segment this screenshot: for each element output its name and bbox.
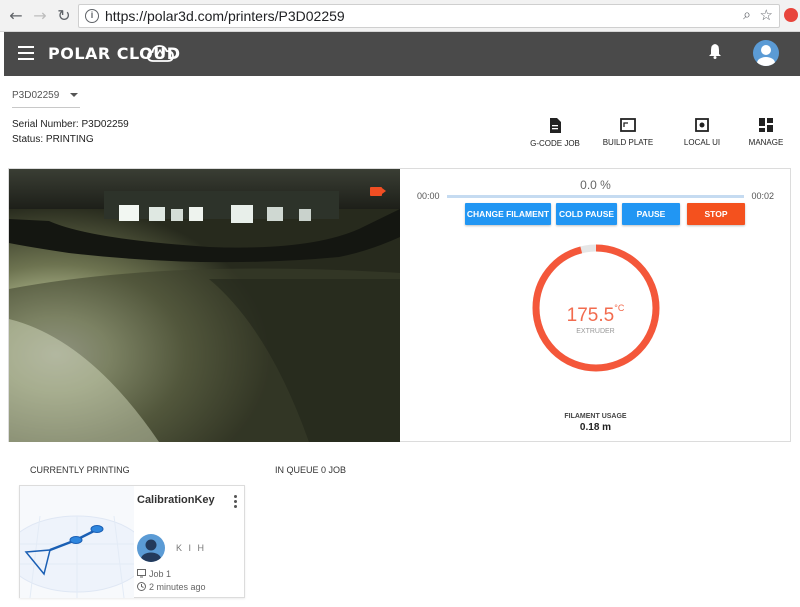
address-bar[interactable]: i https://polar3d.com/printers/P3D02259 … [78,4,780,28]
info-icon[interactable]: i [85,9,99,23]
back-arrow-icon[interactable]: ← [6,6,26,26]
clock-icon [137,582,146,591]
printer-status: Status: PRINTING [12,134,94,145]
temperature-unit: °C [614,303,625,313]
progress-percent: 0.0 % [580,178,611,192]
temperature-value: 175.5 [566,305,615,326]
notification-bell-icon[interactable] [708,43,722,59]
serial-number: Serial Number: P3D02259 [12,119,129,130]
local-ui-label: LOCAL UI [683,138,721,147]
zoom-icon[interactable]: ⌕ [743,7,751,23]
control-panel: 0.0 % 00:00 00:02 CHANGE FILAMENT COLD P… [400,169,791,442]
job-card[interactable]: CalibrationKey K I H Job 1 2 minutes ago [19,485,245,598]
forward-arrow-icon[interactable]: → [30,6,50,26]
user-icon [757,45,775,66]
reload-icon[interactable]: ↻ [54,6,74,26]
camera-feed [9,169,400,442]
printer-panel: 0.0 % 00:00 00:02 CHANGE FILAMENT COLD P… [8,168,791,442]
job-owner: K I H [176,543,207,553]
extension-icon[interactable] [784,8,798,22]
job-name: CalibrationKey [137,494,215,506]
manage-button[interactable]: MANAGE [746,118,786,147]
video-camera-icon[interactable] [370,187,386,196]
monitor-icon [137,569,146,578]
local-ui-button[interactable]: LOCAL UI [680,118,724,147]
printer-select-value: P3D02259 [12,90,60,101]
url-text: https://polar3d.com/printers/P3D02259 [105,8,345,24]
build-plate-label: BUILD PLATE [602,138,654,147]
filament-usage-label: FILAMENT USAGE [564,413,627,420]
remaining-time: 00:02 [751,191,774,201]
browser-toolbar: ← → ↻ i https://polar3d.com/printers/P3D… [0,0,800,32]
progress-bar [447,195,744,198]
filament-usage-value: 0.18 m [579,422,612,433]
webcam-image [9,169,400,442]
grid-icon [759,118,773,132]
file-icon [550,118,561,133]
queue-heading: IN QUEUE 0 JOB [275,465,347,475]
app-header: POLAR CLOUD [4,32,800,76]
job-number: Job 1 [137,569,171,579]
model-preview-image [20,515,134,598]
cloud-logo-icon [147,45,174,62]
change-filament-button[interactable]: CHANGE FILAMENT [465,203,551,225]
job-time-label: 2 minutes ago [149,582,206,592]
user-avatar[interactable] [753,40,779,66]
gcode-job-button[interactable]: G-CODE JOB [528,118,582,148]
build-plate-button[interactable]: BUILD PLATE [600,118,656,147]
stop-button[interactable]: STOP [687,203,745,225]
elapsed-time: 00:00 [417,191,440,201]
bookmark-star-icon[interactable]: ☆ [760,6,773,24]
pause-button[interactable]: PAUSE [622,203,680,225]
job-owner-avatar [137,534,165,562]
printer-select[interactable]: P3D02259 [12,90,80,108]
cold-pause-button[interactable]: COLD PAUSE [556,203,617,225]
temperature-readout: 175.5°C [400,303,791,327]
local-ui-icon [695,118,709,132]
more-vert-icon[interactable] [234,495,238,509]
currently-printing-heading: CURRENTLY PRINTING [30,465,130,475]
job-time: 2 minutes ago [137,582,206,592]
menu-icon[interactable] [18,46,34,60]
page-edge [0,76,4,607]
temperature-label: EXTRUDER [576,328,615,335]
job-number-label: Job 1 [149,569,172,579]
chevron-down-icon [70,93,78,97]
job-thumbnail [20,486,134,598]
build-plate-icon [620,118,636,132]
gcode-job-label: G-CODE JOB [530,139,580,148]
manage-label: MANAGE [748,138,784,147]
user-icon [141,539,161,562]
